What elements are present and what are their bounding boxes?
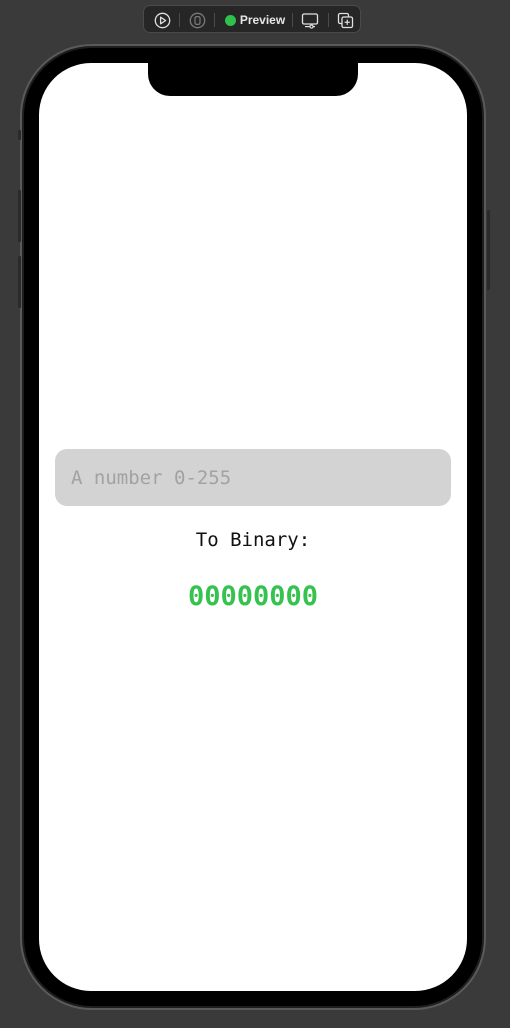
to-binary-label: To Binary: xyxy=(195,529,311,551)
toolbar-separator xyxy=(179,13,180,27)
duplicate-preview-button[interactable] xyxy=(334,6,356,34)
binary-result: 00000000 xyxy=(187,581,319,612)
device-power-button xyxy=(487,210,490,290)
device-volume-up xyxy=(18,190,21,242)
preview-toolbar: Preview xyxy=(143,5,361,33)
preview-status-dot xyxy=(224,14,236,26)
duplicate-preview-icon xyxy=(337,12,353,28)
number-input[interactable] xyxy=(55,449,451,506)
xcode-preview-canvas: Preview To Binary: 00 xyxy=(0,0,510,1028)
preview-label: Preview xyxy=(239,13,286,27)
device-settings-button[interactable] xyxy=(298,6,322,34)
device-mute-switch xyxy=(18,130,21,140)
device-notch xyxy=(148,63,358,96)
device-volume-down xyxy=(18,256,21,308)
live-preview-button[interactable] xyxy=(151,6,173,34)
preview-status[interactable]: Preview xyxy=(222,6,288,34)
play-circle-icon xyxy=(154,12,170,28)
device-settings-icon xyxy=(301,12,319,29)
toolbar-separator xyxy=(214,13,215,27)
toolbar-separator xyxy=(328,13,329,27)
toolbar-separator xyxy=(292,13,293,27)
selectable-mode-button[interactable] xyxy=(186,6,208,34)
selectable-mode-icon xyxy=(189,12,205,28)
device-screen: To Binary: 00000000 xyxy=(39,63,467,991)
